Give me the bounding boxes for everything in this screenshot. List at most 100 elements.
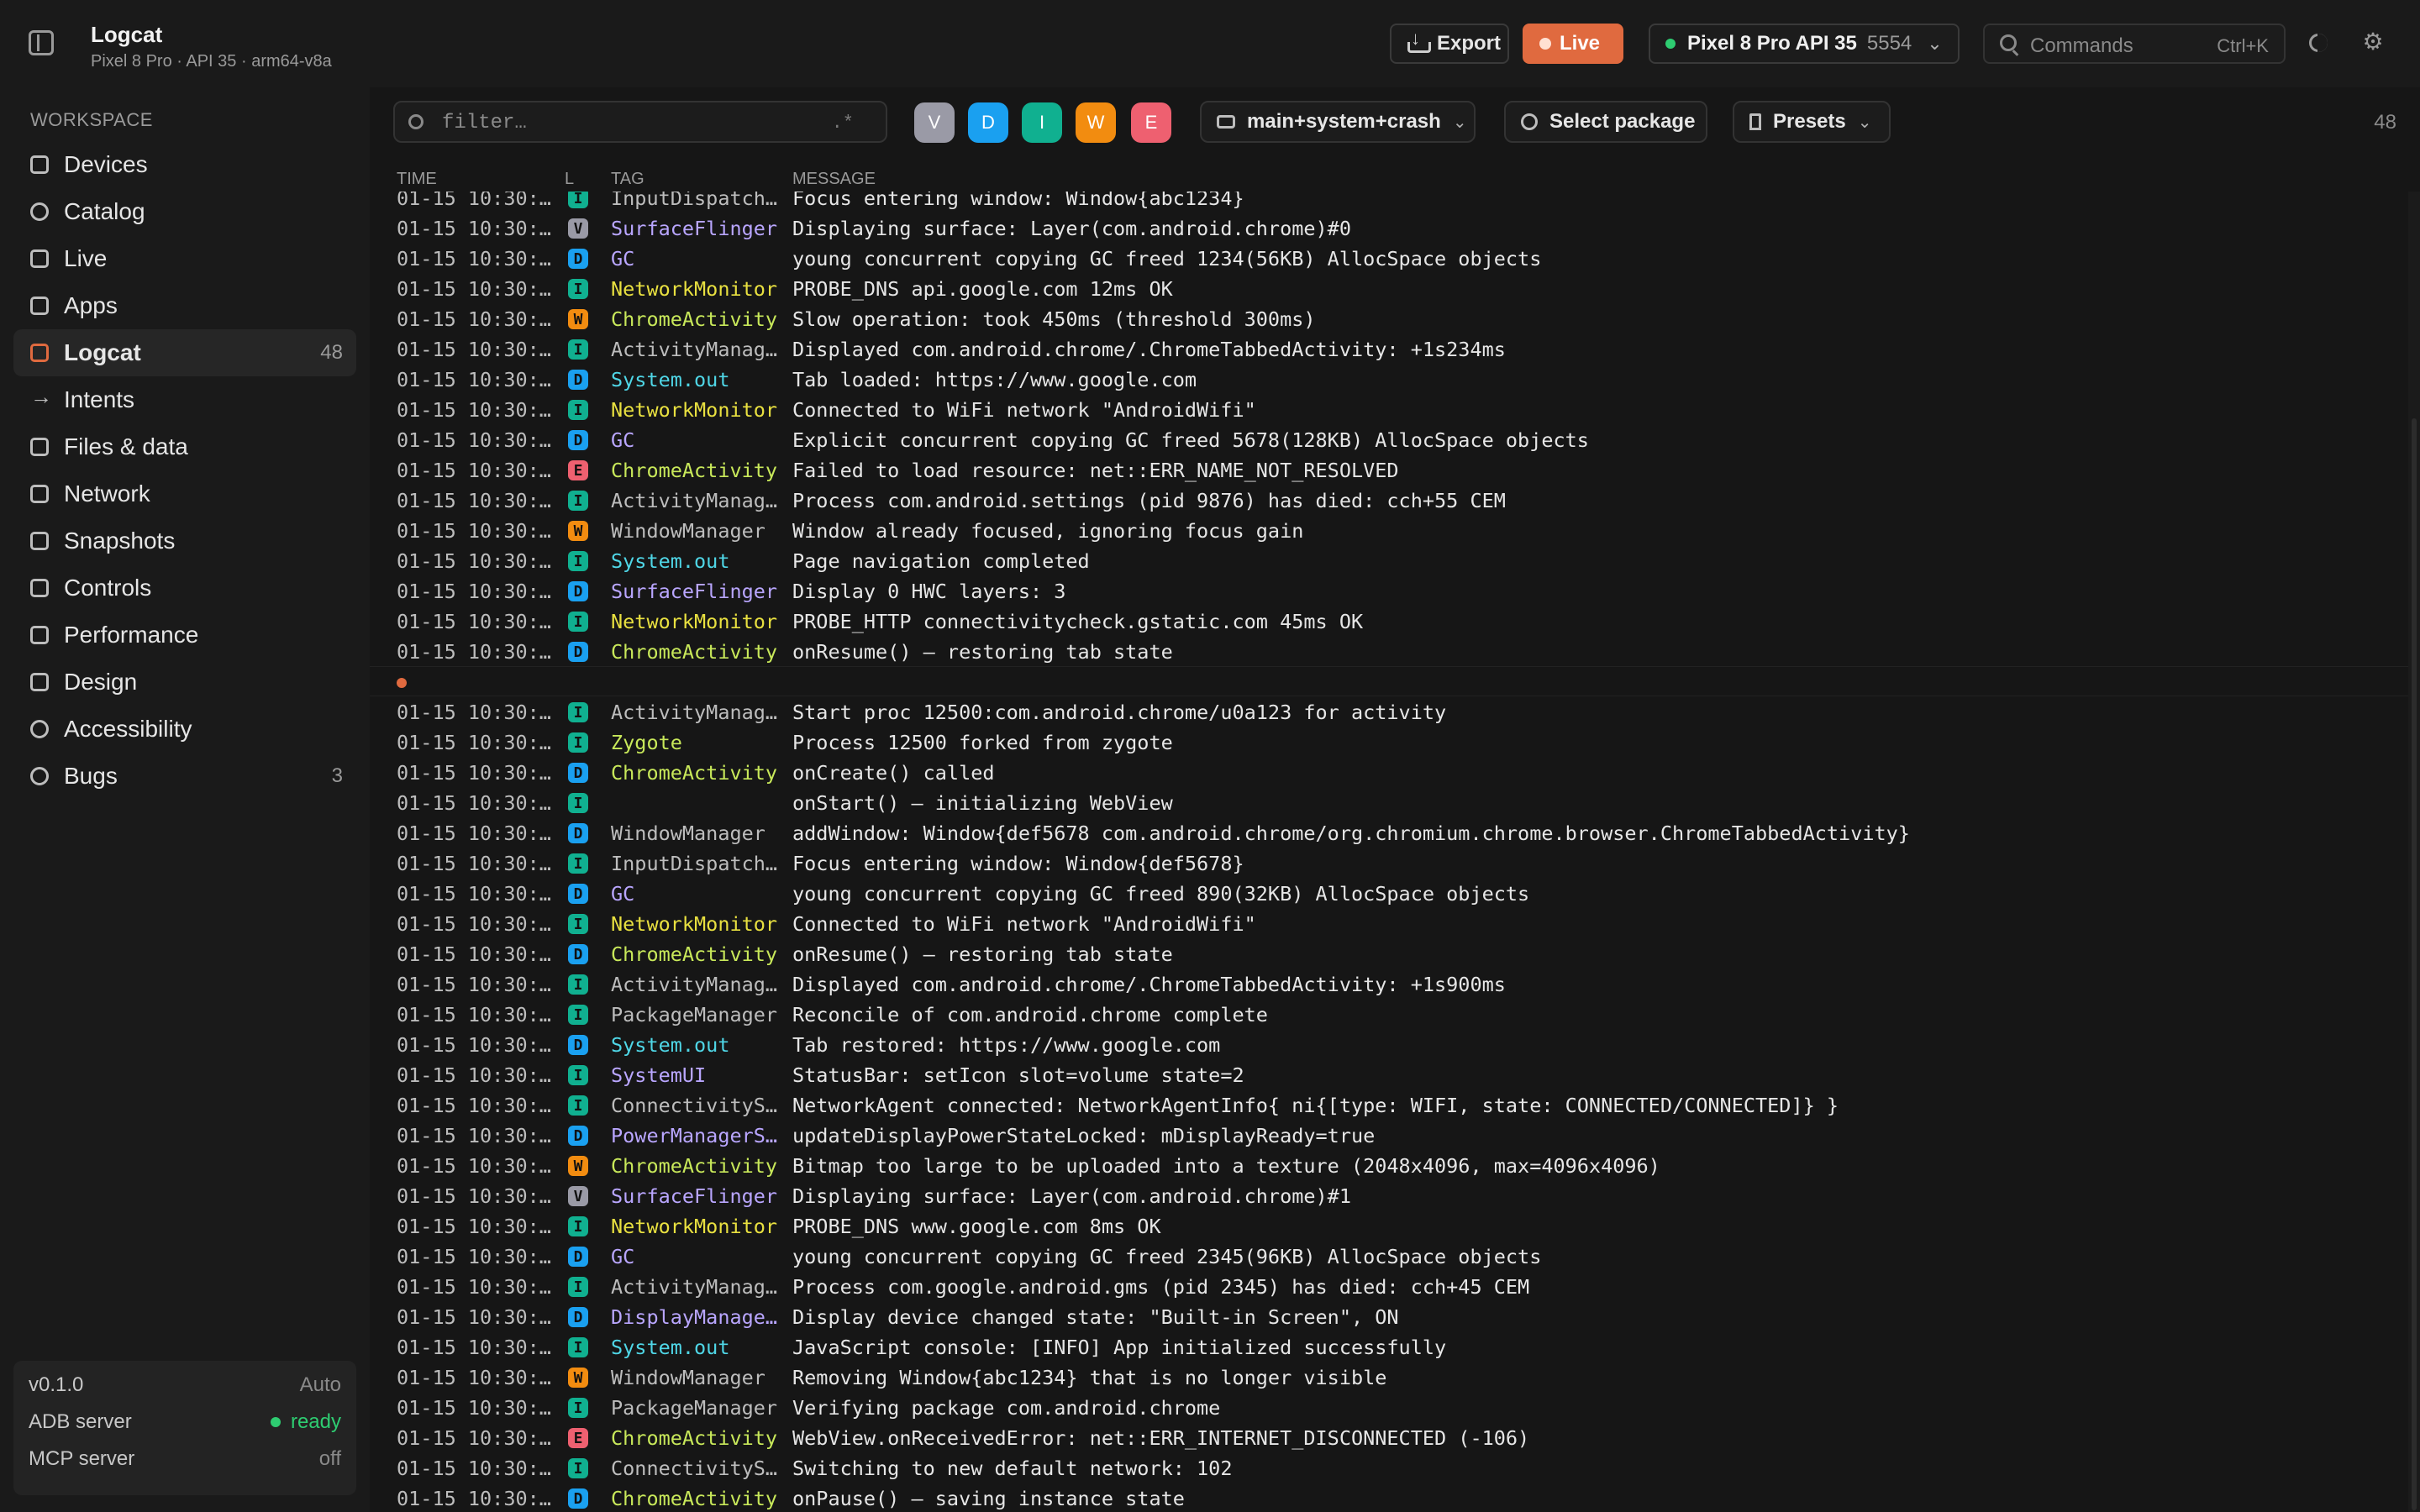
sidebar-item-snapshots[interactable]: Snapshots <box>13 517 356 564</box>
log-row[interactable]: 01-15 10:30:… I NetworkMonitor PROBE_HTTP c… <box>370 606 2408 636</box>
log-row[interactable]: 01-15 10:30:… D System.out Tab loaded: http… <box>370 364 2408 394</box>
sidebar-item-files[interactable]: Files & data <box>13 423 356 470</box>
log-row[interactable]: 01-15 10:30:… W WindowManager Removing Wind… <box>370 1362 2408 1392</box>
log-tag[interactable]: ActivityManag… <box>611 489 784 512</box>
log-row[interactable]: 01-15 10:30:… D GC young concurrent copying… <box>370 1241 2408 1271</box>
theme-toggle-icon[interactable] <box>2309 34 2328 52</box>
column-header-time[interactable]: TIME <box>397 170 437 192</box>
buffers-dropdown[interactable]: main+system+crash ⌄ <box>1200 101 1476 143</box>
log-tag[interactable]: ConnectivityS… <box>611 1457 784 1480</box>
log-row[interactable]: 01-15 10:30:… I NetworkMonitor Connected to… <box>370 908 2408 938</box>
log-tag[interactable]: InputDispatch… <box>611 852 784 875</box>
level-filter-verbose[interactable]: V <box>914 102 955 143</box>
sidebar-item-logcat[interactable]: Logcat 48 <box>13 329 356 376</box>
log-tag[interactable]: WindowManager <box>611 822 784 845</box>
log-tag[interactable]: GC <box>611 882 784 906</box>
log-tag[interactable]: GC <box>611 428 784 452</box>
sidebar-item-catalog[interactable]: Catalog <box>13 188 356 235</box>
log-tag[interactable]: SurfaceFlinger <box>611 1184 784 1208</box>
log-tag[interactable]: WindowManager <box>611 1366 784 1389</box>
log-tag[interactable]: PackageManager <box>611 1003 784 1026</box>
log-row[interactable]: 01-15 10:30:… I ConnectivityS… Switching to… <box>370 1452 2408 1483</box>
log-scrollbar[interactable] <box>2408 192 2420 1512</box>
log-row[interactable]: 01-15 10:30:… D SurfaceFlinger Display 0 HW… <box>370 575 2408 606</box>
log-row[interactable]: 01-15 10:30:… W WindowManager Window alread… <box>370 515 2408 545</box>
live-button[interactable]: Live <box>1523 24 1623 64</box>
log-row[interactable]: 01-15 10:30:… W ChromeActivity Bitmap too l… <box>370 1150 2408 1180</box>
log-row[interactable]: 01-15 10:30:… D System.out Tab restored: ht… <box>370 1029 2408 1059</box>
column-header-message[interactable]: MESSAGE <box>792 170 876 192</box>
log-row[interactable]: 01-15 10:30:… I Zygote Process 12500 forked… <box>370 727 2408 757</box>
device-selector[interactable]: Pixel 8 Pro API 35 5554 ⌄ <box>1649 24 1960 64</box>
log-row[interactable]: 01-15 10:30:… IonStart() — initializing W… <box>370 787 2408 817</box>
log-row[interactable]: 01-15 10:30:… I System.out Page navigation … <box>370 545 2408 575</box>
log-row[interactable]: 01-15 10:30:… W ChromeActivity Slow operati… <box>370 303 2408 333</box>
log-row[interactable]: 01-15 10:30:… I ActivityManag… Process com.… <box>370 485 2408 515</box>
log-row[interactable]: 01-15 10:30:… D GC young concurrent copying… <box>370 878 2408 908</box>
log-tag[interactable]: SystemUI <box>611 1063 784 1087</box>
level-filter-error[interactable]: E <box>1131 102 1171 143</box>
log-row[interactable]: 01-15 10:30:… D ChromeActivity onCreate() c… <box>370 757 2408 787</box>
log-row[interactable]: 01-15 10:30:… I NetworkMonitor PROBE_DNS ap… <box>370 273 2408 303</box>
log-tag[interactable]: NetworkMonitor <box>611 610 784 633</box>
commands-input[interactable]: Commands Ctrl+K <box>1983 24 2286 64</box>
log-tag[interactable]: System.out <box>611 549 784 573</box>
log-tag[interactable]: System.out <box>611 368 784 391</box>
log-row[interactable]: 01-15 10:30:… E ChromeActivity Failed to lo… <box>370 454 2408 485</box>
sidebar-item-intents[interactable]: Intents <box>13 376 356 423</box>
log-tag[interactable]: ActivityManag… <box>611 973 784 996</box>
sidebar-item-bugs[interactable]: Bugs 3 <box>13 753 356 800</box>
log-list[interactable]: 01-15 10:30:… I InputDispatch… Focus enteri… <box>370 192 2408 1512</box>
log-row[interactable]: 01-15 10:30:… I ActivityManag… Displayed co… <box>370 969 2408 999</box>
log-tag[interactable]: ChromeActivity <box>611 307 784 331</box>
log-row[interactable]: 01-15 10:30:… I PackageManager Reconcile of… <box>370 999 2408 1029</box>
gear-icon[interactable]: ⚙ <box>2361 30 2385 54</box>
log-row[interactable]: 01-15 10:30:… I InputDispatch… Focus enteri… <box>370 192 2408 213</box>
log-row[interactable]: 01-15 10:30:… D ChromeActivity onPause() — … <box>370 1483 2408 1512</box>
presets-dropdown[interactable]: Presets ⌄ <box>1733 101 1891 143</box>
log-tag[interactable]: GC <box>611 1245 784 1268</box>
log-tag[interactable]: ChromeActivity <box>611 761 784 785</box>
log-tag[interactable]: InputDispatch… <box>611 192 784 210</box>
log-row[interactable]: 01-15 10:30:… D ChromeActivity onResume() —… <box>370 938 2408 969</box>
log-tag[interactable]: GC <box>611 247 784 270</box>
log-row[interactable]: 01-15 10:30:… D DisplayManage… Display devi… <box>370 1301 2408 1331</box>
log-tag[interactable]: PackageManager <box>611 1396 784 1420</box>
log-tag[interactable]: ActivityManag… <box>611 701 784 724</box>
log-tag[interactable]: NetworkMonitor <box>611 398 784 422</box>
log-row[interactable]: 01-15 10:30:… I ActivityManag… Process com.… <box>370 1271 2408 1301</box>
sidebar-item-apps[interactable]: Apps <box>13 282 356 329</box>
log-tag[interactable]: ChromeActivity <box>611 1487 784 1510</box>
log-row[interactable]: 01-15 10:30:… D WindowManager addWindow: Wi… <box>370 817 2408 848</box>
log-tag[interactable]: ActivityManag… <box>611 338 784 361</box>
log-tag[interactable]: WindowManager <box>611 519 784 543</box>
log-tag[interactable]: ChromeActivity <box>611 459 784 482</box>
regex-toggle[interactable]: .* <box>832 113 854 134</box>
level-filter-info[interactable]: I <box>1022 102 1062 143</box>
scrollbar-thumb[interactable] <box>2412 418 2417 1510</box>
sidebar-item-devices[interactable]: Devices <box>13 141 356 188</box>
sidebar-item-performance[interactable]: Performance <box>13 612 356 659</box>
log-row[interactable]: 01-15 10:30:… E ChromeActivity WebView.onRe… <box>370 1422 2408 1452</box>
log-row[interactable]: 01-15 10:30:… I PackageManager Verifying pa… <box>370 1392 2408 1422</box>
log-tag[interactable]: SurfaceFlinger <box>611 580 784 603</box>
column-header-tag[interactable]: TAG <box>611 170 644 192</box>
log-tag[interactable]: Zygote <box>611 731 784 754</box>
log-row[interactable]: 01-15 10:30:… I System.out JavaScript conso… <box>370 1331 2408 1362</box>
sidebar-toggle-icon[interactable] <box>29 30 54 55</box>
log-tag[interactable]: ConnectivityS… <box>611 1094 784 1117</box>
level-filter-warn[interactable]: W <box>1076 102 1116 143</box>
log-row[interactable]: 01-15 10:30:… I ActivityManag… Start proc 1… <box>370 696 2408 727</box>
log-row[interactable]: 01-15 10:30:… D ChromeActivity onResume() —… <box>370 636 2408 666</box>
log-tag[interactable]: System.out <box>611 1033 784 1057</box>
select-package-button[interactable]: Select package <box>1504 101 1707 143</box>
log-row[interactable]: 01-15 10:30:… I SystemUI StatusBar: setIcon… <box>370 1059 2408 1089</box>
log-row[interactable]: 01-15 10:30:… I NetworkMonitor PROBE_DNS ww… <box>370 1210 2408 1241</box>
log-tag[interactable]: PowerManagerS… <box>611 1124 784 1147</box>
log-tag[interactable]: DisplayManage… <box>611 1305 784 1329</box>
log-row[interactable]: 01-15 10:30:… I NetworkMonitor Connected to… <box>370 394 2408 424</box>
log-row[interactable]: 01-15 10:30:… D GC Explicit concurrent copy… <box>370 424 2408 454</box>
log-row[interactable]: 01-15 10:30:… D PowerManagerS… updateDispla… <box>370 1120 2408 1150</box>
sidebar-item-design[interactable]: Design <box>13 659 356 706</box>
log-tag[interactable]: ChromeActivity <box>611 942 784 966</box>
